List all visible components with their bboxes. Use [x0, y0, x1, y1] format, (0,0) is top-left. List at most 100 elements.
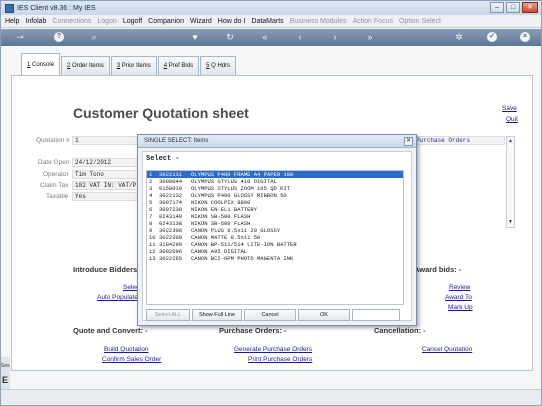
search-icon[interactable]: ⌕ — [87, 31, 101, 44]
list-item[interactable]: 7 0243140 NIKON SB-500 FLASH — [147, 213, 403, 220]
list-item[interactable]: 1 3022131 OLYMPUS P400 FRAME A4 PAPER 100 — [147, 171, 403, 178]
purchase-orders-field[interactable]: Purchase Orders — [413, 136, 505, 145]
dialog-close-icon[interactable]: ✕ — [404, 137, 413, 146]
menu-bar: Help Infolab Connections Logon Logoff Compani… — [1, 15, 541, 28]
taxable-label: Taxable — [46, 193, 69, 200]
mark-up-link[interactable]: Mark Up — [448, 304, 473, 311]
list-item-code: 3022300 — [159, 234, 183, 241]
list-item[interactable]: 10 3022300 CANON MATTE 8.5x11 50 — [147, 234, 403, 241]
list-item-code: 3022308 — [159, 227, 183, 234]
heart-icon[interactable]: ♥ — [188, 31, 202, 44]
close-window-button[interactable]: ✕ — [522, 2, 538, 13]
quit-link[interactable]: Quit — [506, 116, 518, 123]
menu-item[interactable]: Action Focus — [353, 18, 393, 25]
close-icon[interactable]: × — [520, 32, 530, 42]
reload-icon[interactable]: ↻ — [223, 31, 237, 44]
key-icon[interactable]: ⊸ — [13, 31, 27, 44]
next-icon[interactable]: › — [328, 31, 342, 44]
menu-item[interactable]: Infolab — [25, 18, 46, 25]
list-item-n: 6 — [149, 206, 153, 213]
maximize-button[interactable]: □ — [506, 2, 520, 13]
menu-item[interactable]: Logon — [97, 18, 116, 25]
items-listbox[interactable]: 1 3022131 OLYMPUS P400 FRAME A4 PAPER 100 2… — [146, 170, 404, 305]
auto-populate-link[interactable]: Auto Populate — [97, 294, 138, 301]
scroll-up-icon[interactable]: ▲ — [507, 137, 514, 146]
list-item[interactable]: 3 0150019 OLYMPUS STYLUS ZOOM 105 QD KIT — [147, 185, 403, 192]
list-item[interactable]: 2 3008044 OLYMPUS STYLUS 410 DIGITAL — [147, 178, 403, 185]
quote-convert-heading: Quote and Convert: - — [73, 326, 148, 335]
print-purchase-orders-link[interactable]: Print Purchase Orders — [248, 356, 312, 363]
show-full-line-button[interactable]: Show Full Line — [192, 309, 242, 321]
list-item[interactable]: 13 3022265 CANON BCI-6PM PHOTO MAGENTA INK — [147, 255, 403, 262]
list-item[interactable]: 6 3007230 NIKON EN-EL1 BATTERY — [147, 206, 403, 213]
taxable-field[interactable]: Yes — [72, 192, 142, 201]
claim-tax-field[interactable]: 102 VAT IN: VAT/P — [72, 181, 142, 190]
menu-item[interactable]: Companion — [148, 18, 184, 25]
tab-1[interactable]: 2 Order Items — [61, 56, 110, 75]
menu-item[interactable]: Connections — [52, 18, 91, 25]
prev-icon[interactable]: ‹ — [293, 31, 307, 44]
quotation-field[interactable]: 1 — [72, 136, 142, 145]
operator-field[interactable]: Tim Tono — [72, 170, 142, 179]
scroll-down-icon[interactable]: ▼ — [507, 218, 514, 227]
minimize-button[interactable]: – — [490, 2, 504, 13]
tab-bar: 1 Console 2 Order Items 3 Prior Items 4 Pre… — [21, 53, 237, 75]
menu-item[interactable]: Business Modules — [290, 18, 347, 25]
menu-item[interactable]: Wizard — [190, 18, 212, 25]
gear-icon[interactable]: ✲ — [452, 31, 466, 44]
confirm-sales-order-link[interactable]: Confirm Sales Order — [102, 356, 161, 363]
tab-4[interactable]: 5 Q Hdrs — [200, 56, 237, 75]
scrollbar[interactable]: ▲ ▼ — [506, 136, 515, 228]
list-item[interactable]: 8 0243138 NIKON SB-600 FLASH — [147, 220, 403, 227]
help-icon[interactable]: ? — [54, 32, 64, 42]
list-item-n: 4 — [149, 192, 153, 199]
menu-item[interactable]: Option Select — [399, 18, 441, 25]
cancellation-heading: Cancellation: - — [374, 326, 426, 335]
list-item-desc: OLYMPUS STYLUS 410 DIGITAL — [191, 178, 277, 185]
purchase-orders-heading: Purchase Orders: - — [219, 326, 287, 335]
check-icon[interactable]: ✓ — [487, 32, 497, 42]
list-item[interactable]: 12 3002096 CANON A95 DIGITAL — [147, 248, 403, 255]
menu-item[interactable]: DataMarts — [251, 18, 283, 25]
list-item-code: 3007174 — [159, 199, 183, 206]
session-label: Ses — [1, 363, 10, 369]
tab-label: Prior Items — [120, 63, 151, 69]
list-item-code: 0243140 — [159, 213, 183, 220]
build-quotation-link[interactable]: Build Quotation — [104, 346, 148, 353]
page-title: Customer Quotation sheet — [73, 105, 249, 121]
cancel-quotation-link[interactable]: Cancel Quotation — [422, 346, 472, 353]
list-item-desc: NIKON SB-600 FLASH — [191, 220, 251, 227]
ok-button[interactable]: OK — [298, 309, 350, 321]
cancel-button[interactable]: Cancel — [244, 309, 296, 321]
menu-item[interactable]: Logoff — [123, 18, 142, 25]
tab-0[interactable]: 1 Console — [21, 53, 61, 75]
review-link[interactable]: Review — [449, 284, 470, 291]
list-item[interactable]: 4 3022132 OLYMPUS P400 GLOSSY RIBBON 50 — [147, 192, 403, 199]
list-item-code: 3022265 — [159, 255, 183, 262]
award-to-link[interactable]: Award To — [445, 294, 472, 301]
rewind-icon[interactable]: « — [258, 31, 272, 44]
tab-label: Q Hdrs — [209, 63, 231, 69]
tab-3[interactable]: 4 Pref Bids — [157, 56, 200, 75]
list-item-n: 3 — [149, 185, 153, 192]
save-link[interactable]: Save — [502, 105, 517, 112]
tab-2[interactable]: 3 Prior Items — [110, 56, 157, 75]
list-item[interactable]: 11 3104290 CANON BP-511/514 LITE-ION BATTE… — [147, 241, 403, 248]
date-open-field[interactable]: 24/12/2012 — [72, 158, 142, 167]
list-item-n: 10 — [149, 234, 156, 241]
list-item-desc: NIKON SB-500 FLASH — [191, 213, 251, 220]
generate-purchase-orders-link[interactable]: Generate Purchase Orders — [234, 346, 312, 353]
fast-forward-icon[interactable]: » — [363, 31, 377, 44]
app-icon — [5, 3, 14, 13]
list-item-code: 3008044 — [159, 178, 183, 185]
list-item-code: 0243138 — [159, 220, 183, 227]
filter-input[interactable] — [352, 309, 400, 321]
list-item[interactable]: 9 3022308 CANON PLUS 8.5x11 20 GLOSSY — [147, 227, 403, 234]
select-all-button[interactable]: Select ALL — [146, 309, 190, 321]
menu-item[interactable]: Help — [5, 18, 19, 25]
list-item-desc: OLYMPUS P400 GLOSSY RIBBON 50 — [191, 192, 287, 199]
list-item-desc: NIKON EN-EL1 BATTERY — [191, 206, 258, 213]
tab-label: Console — [30, 62, 55, 68]
list-item[interactable]: 5 3007174 NIKON COOLPIX 8800 — [147, 199, 403, 206]
menu-item[interactable]: How do I — [218, 18, 246, 25]
